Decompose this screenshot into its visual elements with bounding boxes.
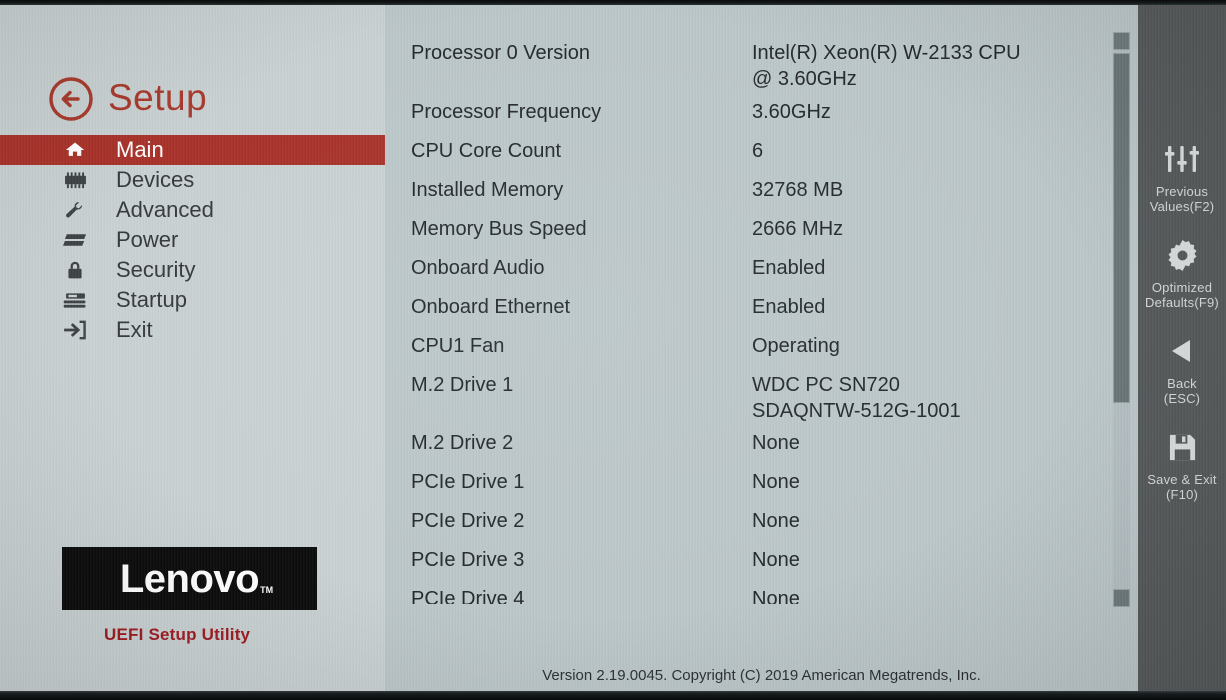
info-row-label: Processor Frequency [411,101,602,123]
shortcut-optimized-defaults[interactable]: Optimized Defaults(F9) [1138,236,1226,310]
info-row-label: CPU1 Fan [411,335,505,357]
info-row-label: PCIe Drive 4 [411,588,525,604]
shortcut-sidebar: Previous Values(F2) Optimized Defaults(F… [1138,0,1226,700]
sidebar-item-label: Startup [116,287,187,312]
info-row-label: PCIe Drive 2 [411,510,525,532]
sidebar-item-label: Main [116,137,164,162]
sidebar-item-label: Devices [116,167,195,192]
version-footer: Version 2.19.0045. Copyright (C) 2019 Am… [542,667,981,684]
uefi-utility-label: UEFI Setup Utility [104,625,251,644]
info-row-value: None [752,588,800,604]
sidebar-item-exit[interactable]: Exit [0,315,385,345]
info-row[interactable]: PCIe Drive 1 None [385,469,1138,495]
sidebar-item-power[interactable]: Power [0,225,385,255]
info-row-label: CPU Core Count [411,140,562,162]
info-row[interactable]: PCIe Drive 2 None [385,508,1138,534]
info-row-label: PCIe Drive 3 [411,549,525,571]
content-scrollbar[interactable] [1113,32,1130,607]
info-row-value: Operating [752,335,840,357]
info-row-label: Installed Memory [411,179,564,201]
info-row[interactable]: Processor Frequency 3.60GHz [385,99,1138,125]
sidebar-item-main[interactable]: Main [0,135,385,165]
wrench-icon [62,199,88,221]
info-row-label: Onboard Ethernet [411,296,570,318]
boot-stack-icon [62,289,88,311]
sidebar-item-advanced[interactable]: Advanced [0,195,385,225]
sidebar-item-devices[interactable]: Devices [0,165,385,195]
shortcut-back[interactable]: Back (ESC) [1138,332,1226,406]
shortcut-save-exit[interactable]: Save & Exit (F10) [1138,428,1226,502]
lenovo-logo: Lenovo TM [62,547,317,610]
info-row[interactable]: CPU Core Count 6 [385,138,1138,164]
info-row-label: Onboard Audio [411,257,545,279]
info-row-value: Enabled [752,257,826,279]
info-row[interactable]: M.2 Drive 2 None [385,430,1138,456]
memory-chip-icon [62,169,88,191]
shortcut-label: Save & Exit (F10) [1147,472,1217,502]
bios-setup-screen: Setup Main Devices Advanced Power Securi… [0,0,1226,700]
info-row-value: None [752,549,800,571]
shortcut-label: Back (ESC) [1163,376,1201,406]
scrollbar-thumb[interactable] [1113,53,1130,403]
scrollbar-down-arrow[interactable] [1113,589,1130,607]
info-row-value: Intel(R) Xeon(R) W-2133 CPU @ 3.60GHz [752,42,1021,90]
info-row[interactable]: CPU1 Fan Operating [385,333,1138,359]
info-row-value: Enabled [752,296,826,318]
info-row[interactable]: Onboard Audio Enabled [385,255,1138,281]
info-row-value: None [752,510,800,532]
info-row-value: None [752,471,800,493]
info-row-value: WDC PC SN720 SDAQNTW-512G-1001 [752,374,961,422]
sidebar-item-startup[interactable]: Startup [0,285,385,315]
lenovo-trademark-mark: TM [260,584,274,595]
monitor-bezel-bottom [0,691,1226,700]
scrollbar-up-arrow[interactable] [1113,32,1130,50]
floppy-save-icon [1138,428,1226,466]
info-row-label: Processor 0 Version [411,42,590,64]
page-title: Setup [108,76,208,118]
shortcut-label: Previous Values(F2) [1149,184,1215,214]
sidebar-item-security[interactable]: Security [0,255,385,285]
info-row-label: M.2 Drive 2 [411,432,514,454]
info-row-label: M.2 Drive 1 [411,374,514,396]
shortcut-previous-values[interactable]: Previous Values(F2) [1138,140,1226,214]
info-row-value: 2666 MHz [752,218,844,240]
power-bars-icon [62,229,88,251]
left-triangle-icon [1138,332,1226,370]
padlock-icon [62,259,88,281]
info-row[interactable]: Installed Memory 32768 MB [385,177,1138,203]
sidebar-item-label: Security [116,257,196,282]
sidebar-item-label: Exit [116,317,153,342]
info-row[interactable]: M.2 Drive 1 WDC PC SN720 SDAQNTW-512G-100… [385,372,1138,424]
left-sidebar: Setup Main Devices Advanced Power Securi… [0,4,385,692]
info-row-label: Memory Bus Speed [411,218,587,240]
info-row-value: 32768 MB [752,179,844,201]
exit-arrow-icon [62,319,88,341]
info-row[interactable]: Onboard Ethernet Enabled [385,294,1138,320]
info-row-label: PCIe Drive 1 [411,471,525,493]
info-row[interactable]: Processor 0 Version Intel(R) Xeon(R) W-21… [385,40,1138,92]
sidebar-nav: Main Devices Advanced Power Security Sta… [0,135,385,345]
back-arrow-circle-icon[interactable] [48,76,94,122]
info-row[interactable]: Memory Bus Speed 2666 MHz [385,216,1138,242]
setup-header: Setup [48,76,207,122]
info-row-value: 6 [752,140,764,162]
sidebar-item-label: Power [116,227,179,252]
sidebar-item-label: Advanced [116,197,214,222]
system-info-list: Processor 0 Version Intel(R) Xeon(R) W-21… [385,4,1138,604]
sliders-icon [1138,140,1226,178]
lenovo-wordmark-text: Lenovo [119,556,260,601]
info-row-value: 3.60GHz [752,101,831,123]
shortcut-label: Optimized Defaults(F9) [1145,280,1219,310]
info-row-value: None [752,432,800,454]
gear-icon [1138,236,1226,274]
main-content-panel: Processor 0 Version Intel(R) Xeon(R) W-21… [385,4,1138,692]
info-row[interactable]: PCIe Drive 4 None [385,586,1138,604]
info-row[interactable]: PCIe Drive 3 None [385,547,1138,573]
home-icon [62,139,88,161]
monitor-bezel-top [0,0,1226,5]
